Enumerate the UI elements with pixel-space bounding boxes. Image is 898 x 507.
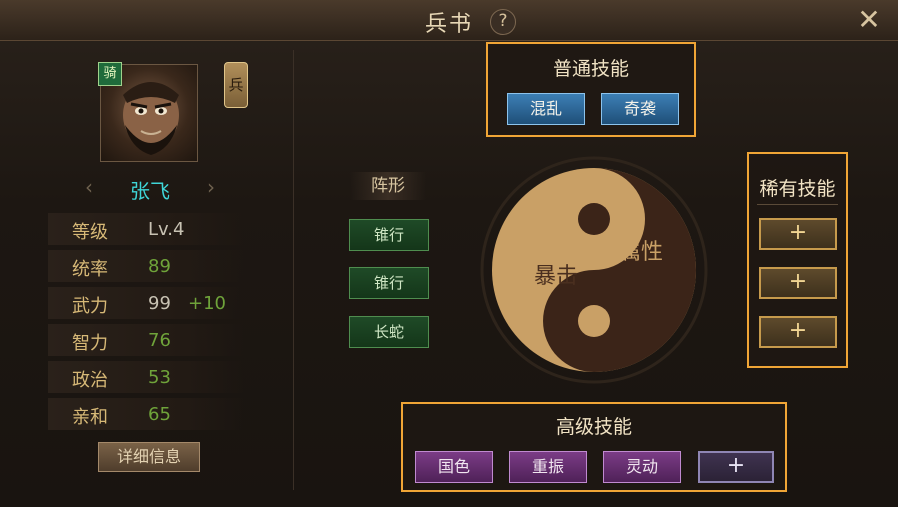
prev-hero-arrow-icon[interactable]: ‹	[80, 175, 98, 199]
advanced-skills-title: 高级技能	[555, 416, 632, 438]
troop-tag[interactable]: 兵	[224, 62, 248, 108]
skill-button-confusion[interactable]: 混乱	[507, 93, 585, 125]
formation-button-2[interactable]: 锥行	[349, 267, 429, 299]
stat-label: 统率	[72, 259, 108, 280]
window-title: 兵书	[424, 12, 473, 37]
rare-skill-slot-1[interactable]: +	[759, 218, 837, 250]
next-hero-arrow-icon[interactable]: ›	[202, 175, 220, 199]
stat-value: 53	[148, 367, 171, 388]
stat-value: 99	[148, 293, 171, 314]
advanced-skill-add-slot[interactable]: +	[698, 451, 774, 483]
title-divider	[757, 204, 838, 205]
hero-stats: 等级 Lv.4 统率 89 武力 99 +10 智力 76 政治 53 亲和 6…	[48, 213, 244, 435]
help-icon[interactable]: ?	[490, 9, 516, 35]
panel-divider	[293, 50, 294, 490]
skill-button-lingdong[interactable]: 灵动	[603, 451, 681, 483]
stat-row-intelligence: 智力 76	[48, 324, 244, 356]
stat-value: 89	[148, 256, 171, 277]
taiji-symbol-icon: 暴击 属性	[480, 156, 708, 384]
skill-book-window: 兵书 ? ✕ 骑 兵 ‹ 张飞 › 等级 Lv.4 统率 89 武力 99 +1…	[0, 0, 898, 507]
stat-label: 政治	[72, 370, 108, 391]
taiji-left-text: 暴击	[534, 264, 578, 289]
stat-label: 等级	[72, 222, 108, 243]
rare-skills-title: 稀有技能	[759, 178, 836, 200]
normal-skills-title: 普通技能	[552, 58, 629, 80]
formation-title: 阵形	[350, 172, 426, 200]
rare-skills-box: 稀有技能 + + +	[747, 152, 848, 368]
cavalry-class-badge: 骑	[98, 62, 122, 86]
stat-row-strength: 武力 99 +10	[48, 287, 244, 319]
stat-label: 武力	[72, 296, 108, 317]
rare-skill-slot-3[interactable]: +	[759, 316, 837, 348]
formation-button-3[interactable]: 长蛇	[349, 316, 429, 348]
stat-label: 亲和	[72, 407, 108, 428]
skill-button-zhongzhen[interactable]: 重振	[509, 451, 587, 483]
title-bar: 兵书 ? ✕	[0, 0, 898, 41]
stat-row-command: 统率 89	[48, 250, 244, 282]
skill-button-ambush[interactable]: 奇袭	[601, 93, 679, 125]
stat-label: 智力	[72, 333, 108, 354]
normal-skills-box: 普通技能 混乱 奇袭	[486, 42, 696, 137]
advanced-skills-box: 高级技能 国色 重振 灵动 +	[401, 402, 787, 492]
formation-button-1[interactable]: 锥行	[349, 219, 429, 251]
close-icon[interactable]: ✕	[856, 6, 882, 34]
hero-name: 张飞	[130, 179, 170, 203]
detail-info-button[interactable]: 详细信息	[98, 442, 200, 472]
stat-value: Lv.4	[148, 219, 185, 240]
rare-skill-slot-2[interactable]: +	[759, 267, 837, 299]
stat-value: 76	[148, 330, 171, 351]
stat-row-politics: 政治 53	[48, 361, 244, 393]
taiji-right-text: 属性	[619, 240, 663, 265]
stat-bonus: +10	[188, 293, 226, 314]
hero-panel: 骑 兵 ‹ 张飞 › 等级 Lv.4 统率 89 武力 99 +10 智力 76	[40, 50, 280, 490]
stat-row-level: 等级 Lv.4	[48, 213, 244, 245]
hero-name-row: ‹ 张飞 ›	[80, 175, 220, 203]
skill-button-guose[interactable]: 国色	[415, 451, 493, 483]
stat-row-charisma: 亲和 65	[48, 398, 244, 430]
stat-value: 65	[148, 404, 171, 425]
